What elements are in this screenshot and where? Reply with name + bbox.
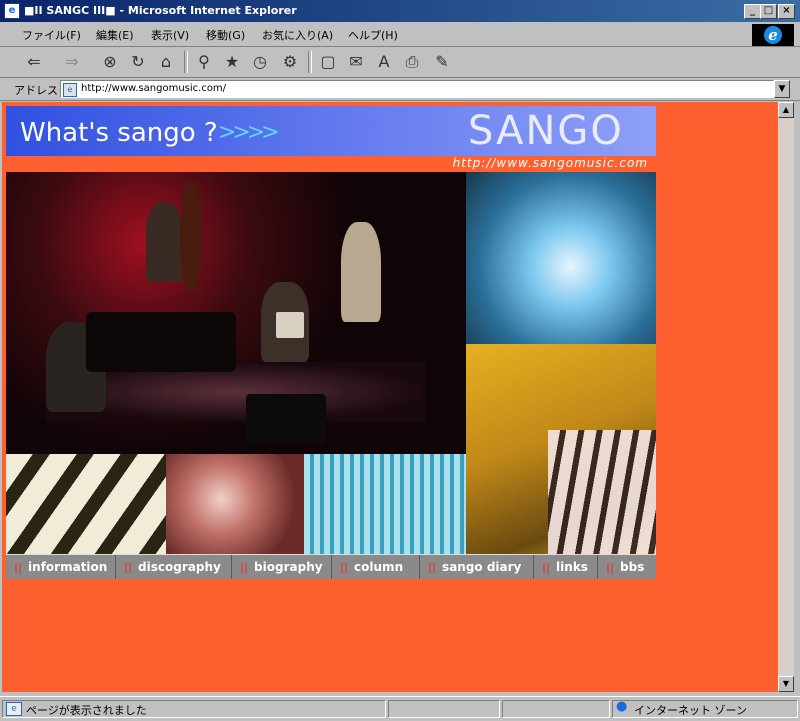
amp-figure bbox=[246, 394, 326, 444]
nav-marker: || bbox=[428, 561, 437, 574]
double-bass-figure bbox=[180, 182, 202, 292]
refresh-icon[interactable]: ↻ bbox=[126, 51, 150, 73]
font-icon[interactable]: A bbox=[372, 51, 396, 73]
site-header: What's sango ? >>>> SANGO bbox=[6, 106, 656, 156]
site-url: http://www.sangomusic.com bbox=[452, 156, 648, 170]
ie-logo-icon: e bbox=[764, 26, 782, 44]
status-pane bbox=[502, 700, 610, 718]
nav-information[interactable]: || information bbox=[6, 555, 116, 579]
address-label: アドレス bbox=[14, 84, 58, 97]
title-bar: e ■II SANGC III■ - Microsoft Internet Ex… bbox=[0, 0, 800, 22]
address-bar: アドレス e http://www.sangomusic.com/ ▼ bbox=[0, 78, 800, 101]
toolbar-separator bbox=[308, 51, 312, 73]
menu-view[interactable]: 表示(V) bbox=[151, 27, 189, 43]
maximize-button[interactable]: □ bbox=[760, 4, 777, 19]
nav-links[interactable]: || links bbox=[534, 555, 598, 579]
nav-marker: || bbox=[124, 561, 133, 574]
mail-icon[interactable]: ✉ bbox=[344, 51, 368, 73]
menu-help[interactable]: ヘルプ(H) bbox=[348, 27, 398, 43]
nav-label: column bbox=[354, 560, 404, 574]
nav-marker: || bbox=[542, 561, 551, 574]
nav-marker: || bbox=[606, 561, 615, 574]
nav-biography[interactable]: || biography bbox=[232, 555, 332, 579]
close-button[interactable]: × bbox=[778, 4, 795, 19]
accordion-figure bbox=[276, 312, 304, 338]
toolbar-separator bbox=[184, 51, 188, 73]
menu-edit[interactable]: 編集(E) bbox=[96, 27, 134, 43]
fullscreen-icon[interactable]: ▢ bbox=[316, 51, 340, 73]
nav-marker: || bbox=[14, 561, 23, 574]
bassist-figure bbox=[146, 202, 182, 282]
nav-marker: || bbox=[240, 561, 249, 574]
nav-label: information bbox=[28, 560, 108, 574]
ie-logo: e bbox=[752, 24, 794, 46]
nav-discography[interactable]: || discography bbox=[116, 555, 232, 579]
window-title: ■II SANGC III■ - Microsoft Internet Expl… bbox=[24, 4, 297, 17]
page-icon: e bbox=[63, 83, 77, 97]
keyboard-hands-tile bbox=[548, 430, 656, 554]
accordion-tile bbox=[304, 454, 466, 554]
minimize-button[interactable]: _ bbox=[744, 4, 761, 19]
print-icon[interactable]: ⎙ bbox=[400, 51, 424, 73]
vertical-scrollbar[interactable]: ▲ ▼ bbox=[778, 102, 794, 692]
channels-icon[interactable]: ⚙ bbox=[278, 51, 302, 73]
zone-text: インターネット ゾーン bbox=[634, 704, 747, 717]
scroll-down-button[interactable]: ▼ bbox=[778, 676, 794, 692]
menu-favorites[interactable]: お気に入り(A) bbox=[262, 27, 333, 43]
site-nav: || information || discography || biography … bbox=[6, 554, 656, 579]
grand-piano-figure bbox=[86, 312, 236, 372]
nav-label: discography bbox=[138, 560, 221, 574]
header-arrows: >>>> bbox=[218, 120, 280, 145]
home-icon[interactable]: ⌂ bbox=[154, 51, 178, 73]
header-tagline[interactable]: What's sango ? bbox=[20, 118, 218, 148]
page-viewport: What's sango ? >>>> SANGO http://www.san… bbox=[2, 102, 778, 692]
nav-label: biography bbox=[254, 560, 323, 574]
menu-bar: ファイル(F) 編集(E) 表示(V) 移動(G) お気に入り(A) ヘルプ(H… bbox=[0, 22, 800, 47]
piano-keys-tile bbox=[6, 454, 166, 554]
edit-icon[interactable]: ✎ bbox=[430, 51, 454, 73]
nav-column[interactable]: || column bbox=[332, 555, 420, 579]
page-status-icon: e bbox=[6, 702, 22, 716]
drum-photo-tile bbox=[466, 172, 656, 344]
history-icon[interactable]: ◷ bbox=[248, 51, 272, 73]
double-bass-photo-tile bbox=[466, 344, 656, 554]
nav-marker: || bbox=[340, 561, 349, 574]
site-url-strip: http://www.sangomusic.com bbox=[6, 156, 656, 172]
address-dropdown-button[interactable]: ▼ bbox=[774, 80, 790, 98]
nav-label: links bbox=[556, 560, 588, 574]
forward-icon[interactable]: ⇒ bbox=[60, 51, 84, 73]
search-icon[interactable]: ⚲ bbox=[192, 51, 216, 73]
band-live-photo bbox=[6, 172, 466, 454]
back-icon[interactable]: ⇐ bbox=[22, 51, 46, 73]
menu-go[interactable]: 移動(G) bbox=[206, 27, 245, 43]
nav-bbs[interactable]: || bbs bbox=[598, 555, 656, 579]
globe-icon: ● bbox=[616, 699, 628, 714]
percussionist-figure bbox=[341, 222, 381, 322]
nav-label: sango diary bbox=[442, 560, 522, 574]
toolbar: ⇐ ⇒ ⊗ ↻ ⌂ ⚲ ★ ◷ ⚙ ▢ ✉ A ⎙ ✎ bbox=[0, 47, 800, 78]
address-input[interactable]: e http://www.sangomusic.com/ bbox=[60, 80, 774, 98]
address-url[interactable]: http://www.sangomusic.com/ bbox=[81, 83, 226, 94]
ie-page-icon: e bbox=[4, 3, 20, 19]
nav-label: bbs bbox=[620, 560, 645, 574]
site-logo[interactable]: SANGO bbox=[468, 108, 624, 154]
snare-drum-tile bbox=[166, 454, 304, 554]
status-bar: e ページが表示されました ● インターネット ゾーン bbox=[0, 696, 800, 721]
status-text: ページが表示されました bbox=[26, 704, 147, 717]
favorites-icon[interactable]: ★ bbox=[220, 51, 244, 73]
menu-file[interactable]: ファイル(F) bbox=[22, 27, 81, 43]
stop-icon[interactable]: ⊗ bbox=[98, 51, 122, 73]
nav-sango-diary[interactable]: || sango diary bbox=[420, 555, 534, 579]
status-pane bbox=[388, 700, 500, 718]
scroll-up-button[interactable]: ▲ bbox=[778, 102, 794, 118]
